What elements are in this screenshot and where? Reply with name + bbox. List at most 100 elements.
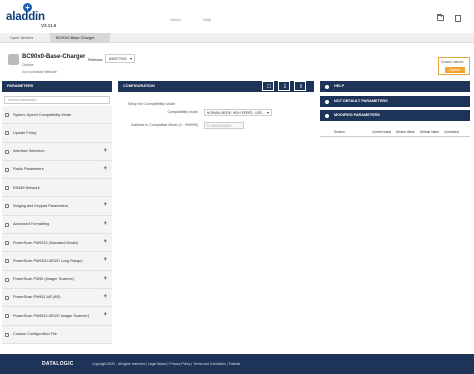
column-header: Section [334, 130, 345, 134]
parameter-label: Update Policy [13, 130, 37, 135]
release-value: 830077630 [109, 57, 127, 61]
parameter-label: Radio Parameters [13, 167, 44, 172]
list-item[interactable]: PowerScan PM951 AR (AR) + [2, 288, 112, 308]
info-icon [325, 84, 329, 89]
product-website-link[interactable]: Go to product Website [22, 70, 57, 74]
compatibility-mode-label: Compatibility mode [167, 110, 198, 114]
expand-icon[interactable]: + [103, 239, 107, 245]
expand-icon[interactable]: + [103, 276, 107, 282]
parameter-label: Interface Selection [13, 149, 45, 154]
download-icon: ↧ [282, 84, 288, 90]
app-header: + aladdin V3.11.6 Home Help [0, 0, 474, 32]
delete-icon: ☐ [266, 84, 272, 90]
column-header: Current value [372, 130, 392, 134]
parameter-list: System Speed Compatibility Mode Update P… [2, 106, 112, 344]
expand-icon[interactable]: + [103, 294, 107, 300]
parameter-icon [5, 186, 9, 191]
address-label: Address in Compatible Mode (0 - 999999) [131, 123, 198, 127]
list-item[interactable]: Advanced Formatting + [2, 215, 112, 235]
explore-button[interactable]: Explore [445, 67, 465, 73]
footer: DATALOGIC Copyright 2020 - All rights re… [0, 354, 474, 374]
parameter-label: System Speed Compatibility Mode [13, 112, 72, 117]
parameter-label: PowerScan PM951 AR (AR) [13, 295, 61, 300]
parameters-header: PARAMETERS [2, 81, 112, 92]
release-select[interactable]: 830077630 ▾ [105, 54, 135, 63]
compatibility-mode-select[interactable]: NORMAL MODE: HIGH SPEED - USE... ▾ [204, 109, 272, 116]
parameter-icon [5, 149, 9, 154]
release-label: Release [88, 57, 103, 62]
nav-help-link[interactable]: Help [203, 17, 211, 22]
folder-icon[interactable] [437, 14, 444, 21]
parameter-label: Custom Configuration File [13, 332, 57, 337]
help-label: HELP [334, 84, 345, 88]
parameter-icon [5, 332, 9, 337]
list-item[interactable]: PowerScan PM9510 AR/2D Imager Scanner) + [2, 307, 112, 326]
parameter-icon [5, 131, 9, 136]
parameter-label: PowerScan PM9310 (Standard Model) [13, 240, 79, 245]
device-tabs: Open devices BC90x0-Base-Charger [0, 33, 474, 43]
parameter-label: PowerScan PM95 (Imager Scanner) [13, 277, 74, 282]
parameter-icon [5, 295, 9, 300]
parameter-icon [5, 277, 9, 282]
chevron-down-icon: ▾ [266, 110, 269, 115]
aladdin-logo[interactable]: + aladdin V3.11.6 [6, 3, 56, 29]
parameter-icon [5, 241, 9, 246]
list-item[interactable]: PowerScan PM9310 (Standard Model) + [2, 234, 112, 253]
not-default-parameters-header[interactable]: NOT DEFAULT PARAMETERS [320, 96, 470, 107]
edit-icon [325, 113, 329, 118]
list-item[interactable]: RS485 Network [2, 179, 112, 198]
custom-manual-label: Custom manual [441, 60, 464, 64]
datalogic-logo: DATALOGIC [42, 361, 74, 367]
list-item[interactable]: Custom Configuration File [2, 325, 112, 344]
footer-copyright[interactable]: Copyright 2020 - All rights reserved | L… [92, 362, 240, 366]
nav-home-link[interactable]: Home [170, 17, 181, 22]
compatibility-mode-value: NORMAL MODE: HIGH SPEED - USE... [207, 111, 265, 115]
not-default-label: NOT DEFAULT PARAMETERS [334, 99, 388, 103]
expand-icon[interactable]: + [103, 202, 107, 208]
expand-icon[interactable]: + [103, 221, 107, 227]
parameter-label: Staging and Keypad Parameters [13, 203, 68, 208]
address-field[interactable]: 0: UNASSIGNED [204, 122, 244, 129]
delete-button[interactable]: ☐ [262, 81, 274, 91]
expand-icon[interactable]: + [103, 148, 107, 154]
tab-device[interactable]: BC90x0-Base-Charger [50, 33, 110, 43]
app-version: V3.11.6 [41, 23, 57, 28]
parameter-icon [5, 167, 9, 172]
list-item[interactable]: Radio Parameters + [2, 160, 112, 180]
list-item[interactable]: System Speed Compatibility Mode [2, 106, 112, 125]
expand-icon[interactable]: + [103, 312, 107, 318]
parameter-icon [5, 113, 9, 117]
parameter-label: PowerScan PM9300 AR/2D Long Range) [13, 258, 83, 263]
help-header[interactable]: HELP [320, 81, 470, 92]
list-item[interactable]: PowerScan PM95 (Imager Scanner) + [2, 270, 112, 289]
list-item[interactable]: PowerScan PM9300 AR/2D Long Range) + [2, 252, 112, 271]
upload-button[interactable]: ↥ [294, 81, 306, 91]
download-button[interactable]: ↧ [278, 81, 290, 91]
list-item[interactable]: Interface Selection + [2, 142, 112, 161]
modified-label: MODIFIED PARAMETERS [334, 113, 380, 117]
modified-parameters-table: Section Current value Device Value Defau… [320, 127, 470, 137]
config-intro: Setup the Compatibility Mode [128, 102, 175, 106]
list-item[interactable]: Update Policy [2, 124, 112, 143]
upload-icon: ↥ [298, 84, 304, 90]
list-item[interactable]: Staging and Keypad Parameters + [2, 197, 112, 216]
address-value: 0: UNASSIGNED [207, 124, 232, 128]
parameter-icon [5, 259, 9, 264]
parameter-icon [5, 222, 9, 227]
document-icon[interactable] [455, 15, 461, 22]
device-title: BC90x0-Base-Charger [22, 54, 86, 60]
parameter-icon [5, 204, 9, 209]
device-image [8, 54, 19, 65]
modified-parameters-header[interactable]: MODIFIED PARAMETERS [320, 110, 470, 121]
list-icon [325, 99, 329, 104]
parameter-icon [5, 314, 9, 319]
expand-icon[interactable]: + [103, 166, 107, 172]
chevron-down-icon: ▾ [129, 56, 132, 61]
device-status: Online [22, 62, 34, 67]
parameter-label: Advanced Formatting [13, 222, 50, 227]
column-header: Command [444, 130, 459, 134]
parameter-label: PowerScan PM9510 AR/2D Imager Scanner) [13, 313, 89, 318]
parameter-search-input[interactable]: Search parameter... [4, 96, 110, 104]
tab-open-devices[interactable]: Open devices [4, 33, 50, 43]
expand-icon[interactable]: + [103, 257, 107, 263]
